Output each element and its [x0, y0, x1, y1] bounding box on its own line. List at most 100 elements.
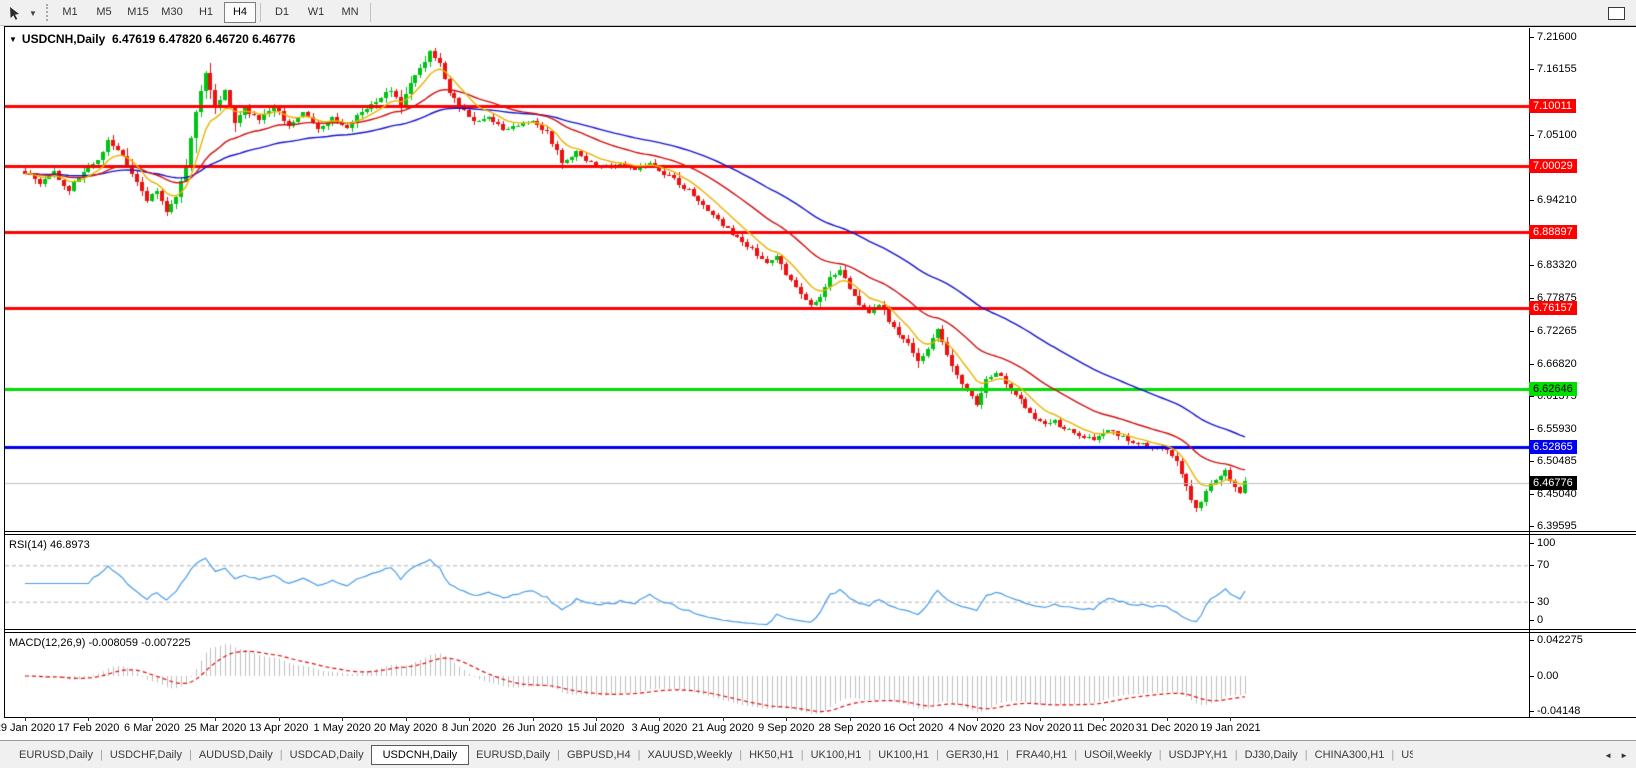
- price-level-badge[interactable]: 6.76157: [1529, 301, 1577, 315]
- price-level-badge[interactable]: 6.52865: [1529, 440, 1577, 454]
- price-tick-label: 6.94210: [1537, 194, 1577, 206]
- price-tick-mark: [1529, 265, 1534, 266]
- date-tick-mark: [215, 717, 216, 721]
- symbol-tab-usdjpy-h1[interactable]: USDJPY,H1: [1162, 745, 1235, 765]
- toolbar-window-box[interactable]: [1608, 7, 1625, 20]
- symbol-tab-usdcad-daily[interactable]: USDCAD,Daily: [283, 745, 371, 765]
- date-axis-label[interactable]: 20 May 2020: [374, 722, 438, 734]
- date-tick-mark: [25, 717, 26, 721]
- timeframe-button-h1[interactable]: H1: [190, 2, 222, 23]
- symbol-tab-eurusd-daily[interactable]: EURUSD,Daily: [12, 745, 100, 765]
- toolbar-separator: [260, 3, 261, 22]
- symbol-tab-usdchf-daily[interactable]: USDCHF,Daily: [103, 745, 189, 765]
- macd-tick-mark: [1529, 676, 1534, 677]
- symbol-tab-xauusd-weekly[interactable]: XAUUSD,Weekly: [640, 745, 739, 765]
- date-tick-mark: [406, 717, 407, 721]
- price-tick-label: 7.16155: [1537, 63, 1577, 75]
- timeframe-button-m15[interactable]: M15: [122, 2, 154, 23]
- timeframe-button-mn[interactable]: MN: [334, 2, 366, 23]
- symbol-tab-eurusd-daily[interactable]: EURUSD,Daily: [469, 745, 557, 765]
- main-rsi-separator-b[interactable]: [4, 534, 1636, 535]
- price-level-badge[interactable]: 6.62646: [1529, 382, 1577, 396]
- date-axis-label[interactable]: 23 Nov 2020: [1009, 722, 1071, 734]
- price-level-badge[interactable]: 7.00029: [1529, 159, 1577, 173]
- chart-ohlc-values: 6.47619 6.47820 6.46720 6.46776: [112, 32, 296, 46]
- date-axis-label[interactable]: 8 Jun 2020: [442, 722, 496, 734]
- rsi-tick-mark: [1529, 620, 1534, 621]
- main-rsi-separator-a[interactable]: [4, 531, 1636, 532]
- date-axis-label[interactable]: 4 Nov 2020: [948, 722, 1004, 734]
- date-tick-mark: [913, 717, 914, 721]
- price-tick-mark: [1529, 526, 1534, 527]
- date-tick-mark: [342, 717, 343, 721]
- price-tick-mark: [1529, 69, 1534, 70]
- toolbar-grip[interactable]: [46, 4, 50, 21]
- date-axis-label[interactable]: 6 Mar 2020: [124, 722, 180, 734]
- chart-bottom-border: [4, 717, 1636, 718]
- tab-scroll-buttons: ◄ ►: [1598, 741, 1634, 768]
- price-tick-label: 7.21600: [1537, 31, 1577, 43]
- symbol-tab-us[interactable]: US: [1394, 745, 1413, 765]
- macd-indicator-plot[interactable]: [5, 634, 1529, 717]
- timeframe-button-m1[interactable]: M1: [54, 2, 86, 23]
- symbol-tab-fra40-h1[interactable]: FRA40,H1: [1009, 745, 1074, 765]
- symbol-tab-hk50-h1[interactable]: HK50,H1: [742, 745, 801, 765]
- date-axis-label[interactable]: 26 Jun 2020: [502, 722, 563, 734]
- timeframe-button-m30[interactable]: M30: [156, 2, 188, 23]
- symbol-tab-uk100-h1[interactable]: UK100,H1: [871, 745, 936, 765]
- symbol-tab-dj30-daily[interactable]: DJ30,Daily: [1238, 745, 1305, 765]
- date-axis-label[interactable]: 25 Mar 2020: [184, 722, 246, 734]
- rsi-macd-separator-b[interactable]: [4, 632, 1636, 633]
- date-axis-label[interactable]: 19 Jan 2021: [1200, 722, 1261, 734]
- date-tick-mark: [152, 717, 153, 721]
- date-axis-label[interactable]: 9 Sep 2020: [758, 722, 814, 734]
- date-axis-label[interactable]: 11 Dec 2020: [1073, 722, 1135, 734]
- price-tick-mark: [1529, 364, 1534, 365]
- date-axis-label[interactable]: 31 Dec 2020: [1136, 722, 1198, 734]
- symbol-tab-gbpusd-h4[interactable]: GBPUSD,H4: [560, 745, 638, 765]
- macd-scale-label: 0.00: [1537, 670, 1558, 682]
- trading-terminal: ▼ M1M5M15M30H1H4 D1W1MN ▼ USDCNH,Daily 6.4…: [0, 0, 1636, 768]
- crosshair-cursor-icon[interactable]: [5, 4, 25, 22]
- symbol-tab-usdcnh-daily[interactable]: USDCNH,Daily: [371, 745, 470, 765]
- date-axis-label[interactable]: 3 Aug 2020: [632, 722, 688, 734]
- date-tick-mark: [1167, 717, 1168, 721]
- rsi-indicator-plot[interactable]: [5, 536, 1529, 629]
- rsi-tick-mark: [1529, 602, 1534, 603]
- date-axis-label[interactable]: 1 May 2020: [313, 722, 370, 734]
- macd-tick-mark: [1529, 640, 1534, 641]
- rsi-scale-label: 30: [1537, 596, 1549, 608]
- symbol-tab-uk100-h1[interactable]: UK100,H1: [804, 745, 869, 765]
- toolbar-separator: [370, 3, 371, 22]
- date-axis-label[interactable]: 28 Sep 2020: [819, 722, 881, 734]
- date-axis-label[interactable]: 16 Oct 2020: [883, 722, 943, 734]
- timeframe-button-h4[interactable]: H4: [224, 2, 256, 23]
- price-level-badge[interactable]: 6.88897: [1529, 225, 1577, 239]
- date-axis-label[interactable]: 17 Feb 2020: [58, 722, 120, 734]
- timeframe-button-m5[interactable]: M5: [88, 2, 120, 23]
- current-price-badge: 6.46776: [1529, 476, 1577, 490]
- price-chart-plot[interactable]: [5, 28, 1529, 531]
- date-axis-label[interactable]: 15 Jul 2020: [568, 722, 625, 734]
- price-tick-mark: [1529, 200, 1534, 201]
- date-axis-label[interactable]: 29 Jan 2020: [0, 722, 55, 734]
- price-level-badge[interactable]: 7.10011: [1529, 99, 1576, 113]
- date-axis-label[interactable]: 13 Apr 2020: [249, 722, 308, 734]
- tab-scroll-left-icon[interactable]: ◄: [1600, 748, 1616, 763]
- date-axis-label[interactable]: 21 Aug 2020: [692, 722, 754, 734]
- collapse-triangle-icon[interactable]: ▼: [9, 35, 17, 44]
- tool-dropdown-caret-icon[interactable]: ▼: [27, 4, 39, 22]
- price-tick-mark: [1529, 429, 1534, 430]
- tab-scroll-right-icon[interactable]: ►: [1616, 748, 1632, 763]
- rsi-macd-separator-a[interactable]: [4, 629, 1636, 630]
- macd-tick-mark: [1529, 711, 1534, 712]
- timeframe-button-d1[interactable]: D1: [266, 2, 298, 23]
- timeframe-button-w1[interactable]: W1: [300, 2, 332, 23]
- symbol-tab-ger30-h1[interactable]: GER30,H1: [939, 745, 1006, 765]
- price-tick-label: 7.05100: [1537, 129, 1577, 141]
- symbol-tab-audusd-daily[interactable]: AUDUSD,Daily: [192, 745, 280, 765]
- price-tick-mark: [1529, 331, 1534, 332]
- symbol-tab-usoil-weekly[interactable]: USOil,Weekly: [1077, 745, 1159, 765]
- price-axis-line[interactable]: [1529, 28, 1530, 718]
- symbol-tab-china300-h1[interactable]: CHINA300,H1: [1308, 745, 1392, 765]
